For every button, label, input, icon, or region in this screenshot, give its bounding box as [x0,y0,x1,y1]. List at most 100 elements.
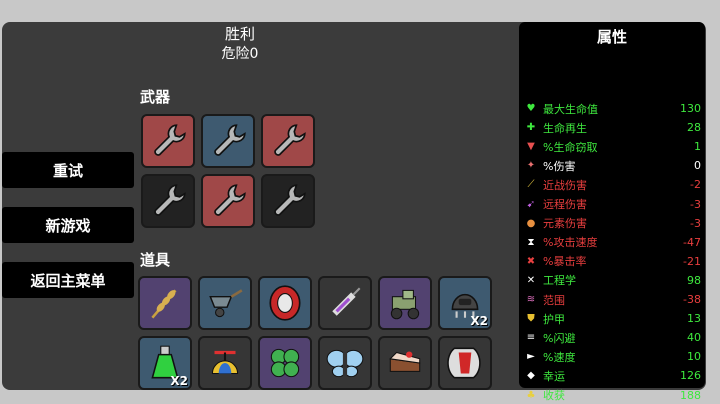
item-slot[interactable]: X2 [438,276,492,330]
stat-value: 126 [680,369,701,383]
wheat-icon [144,282,186,324]
crit-icon: ✖ [526,255,536,267]
wrench-icon [147,120,189,162]
item-slot[interactable] [438,336,492,390]
stat-value: 40 [687,331,701,345]
regen-icon: ✚ [526,122,536,134]
weapons-label: 武器 [140,88,171,106]
cake-icon [384,342,426,384]
syringe-icon [324,282,366,324]
lifesteal-icon: ▼ [527,141,535,153]
result-title: 胜利 [224,25,255,43]
item-slot[interactable] [138,276,192,330]
item-slot[interactable] [378,336,432,390]
items-label: 道具 [140,251,171,269]
armor-icon: ⛊ [527,313,535,325]
stat-row[interactable]: ► %速度 10 [525,347,701,366]
stat-row[interactable]: ● 元素伤害 -3 [525,214,701,233]
item-quantity: X2 [470,314,488,328]
stat-value: 188 [680,388,701,402]
wrench-icon [267,180,309,222]
stat-row[interactable]: ⟋ 近战伤害 -2 [525,175,702,194]
weapon-slot[interactable] [201,114,255,168]
ranged-icon: ➹ [526,198,536,210]
stat-name: 护甲 [543,312,565,326]
weapon-slot[interactable] [201,174,255,228]
item-slot[interactable] [258,336,312,390]
stat-row[interactable]: ▼ %生命窃取 1 [525,137,701,156]
stat-value: -2 [690,178,701,192]
stat-name: 幸运 [543,369,565,383]
luck-icon: ◆ [527,370,535,382]
stat-row[interactable]: ⧗ %攻击速度 -47 [525,233,701,252]
item-slot[interactable] [318,336,372,390]
stat-value: -38 [683,293,701,306]
engineering-icon: ✕ [526,274,536,286]
weapon-slot[interactable] [261,174,315,228]
stat-name: %伤害 [543,159,576,173]
stat-name: %生命窃取 [543,140,598,154]
item-slot[interactable] [378,276,432,330]
danger-level: 危险0 [221,46,259,62]
top-bar [0,0,720,22]
stat-name: 生命再生 [543,121,587,135]
range-icon: ≋ [526,294,536,305]
stat-name: %速度 [543,350,576,364]
item-quantity: X2 [170,374,188,388]
stat-row[interactable]: ≋ 范围 -38 [525,290,701,309]
stat-row[interactable]: ♣ 收获 188 [525,386,701,404]
stat-value: 0 [694,159,701,173]
stat-name: 工程学 [543,274,576,288]
stat-value: 98 [687,273,701,287]
stat-value: -3 [690,197,701,211]
butterfly-icon [324,342,366,384]
tractor-icon [384,282,426,324]
stat-row[interactable]: ✦ %伤害 0 [525,156,701,175]
stat-value: 13 [687,312,701,326]
dodge-icon: ≡ [526,332,536,344]
weapon-slot[interactable] [261,114,315,168]
stat-row[interactable]: ⛊ 护甲 13 [525,309,701,328]
stat-row[interactable]: ≡ %闪避 40 [525,328,701,347]
clover-icon [264,342,306,384]
item-slot[interactable] [318,276,372,330]
stat-name: %闪避 [543,331,576,345]
item-slot[interactable]: X2 [138,336,192,390]
stat-name: 远程伤害 [543,198,587,211]
stat-row[interactable]: ♥ 最大生命值 130 [525,99,701,118]
stat-row[interactable]: ◆ 幸运 126 [525,366,701,385]
main-menu-button[interactable]: 返回主菜单 [2,262,134,298]
propeller-hat-icon [204,342,246,384]
stat-row[interactable]: ✕ 工程学 98 [525,271,701,290]
item-slot[interactable] [258,276,312,330]
stat-value: -47 [683,235,701,249]
weapon-slot[interactable] [141,114,195,168]
stat-value: 130 [680,102,701,115]
retry-button[interactable]: 重试 [2,152,134,188]
stat-row[interactable]: ✖ %暴击率 -21 [525,252,701,271]
run-result-header: 胜利 危险0 [160,24,320,64]
speed-icon: ► [527,351,535,363]
stat-row[interactable]: ✚ 生命再生 28 [525,118,701,137]
stat-row[interactable]: ➹ 远程伤害 -3 [525,195,701,214]
red-ring-icon [264,282,306,324]
wrench-icon [267,120,309,162]
stats-panel: 属性 ♥ 最大生命值 130 ✚ 生命再生 28 ▼ %生命窃取 1 ✦ %伤害 0 ⟋ 近战伤害 -2 ➹ 远… [519,22,705,402]
stat-name: 元素伤害 [543,217,587,231]
new-game-button[interactable]: 新游戏 [2,207,134,243]
damage-icon: ✦ [526,160,536,172]
harvest-icon: ♣ [526,389,536,401]
elemental-icon: ● [526,217,536,229]
heart-icon: ♥ [526,103,536,114]
attack-speed-icon: ⧗ [527,236,535,248]
wheelbarrow-icon [204,282,246,324]
melee-icon: ⟋ [527,179,535,191]
stat-value: 28 [687,121,701,135]
weapon-slot[interactable] [141,174,195,228]
item-slot[interactable] [198,276,252,330]
stat-value: 10 [687,350,701,364]
fang-icon [444,342,486,384]
stats-title: 属性 [596,28,627,46]
wrench-icon [147,180,189,222]
item-slot[interactable] [198,336,252,390]
